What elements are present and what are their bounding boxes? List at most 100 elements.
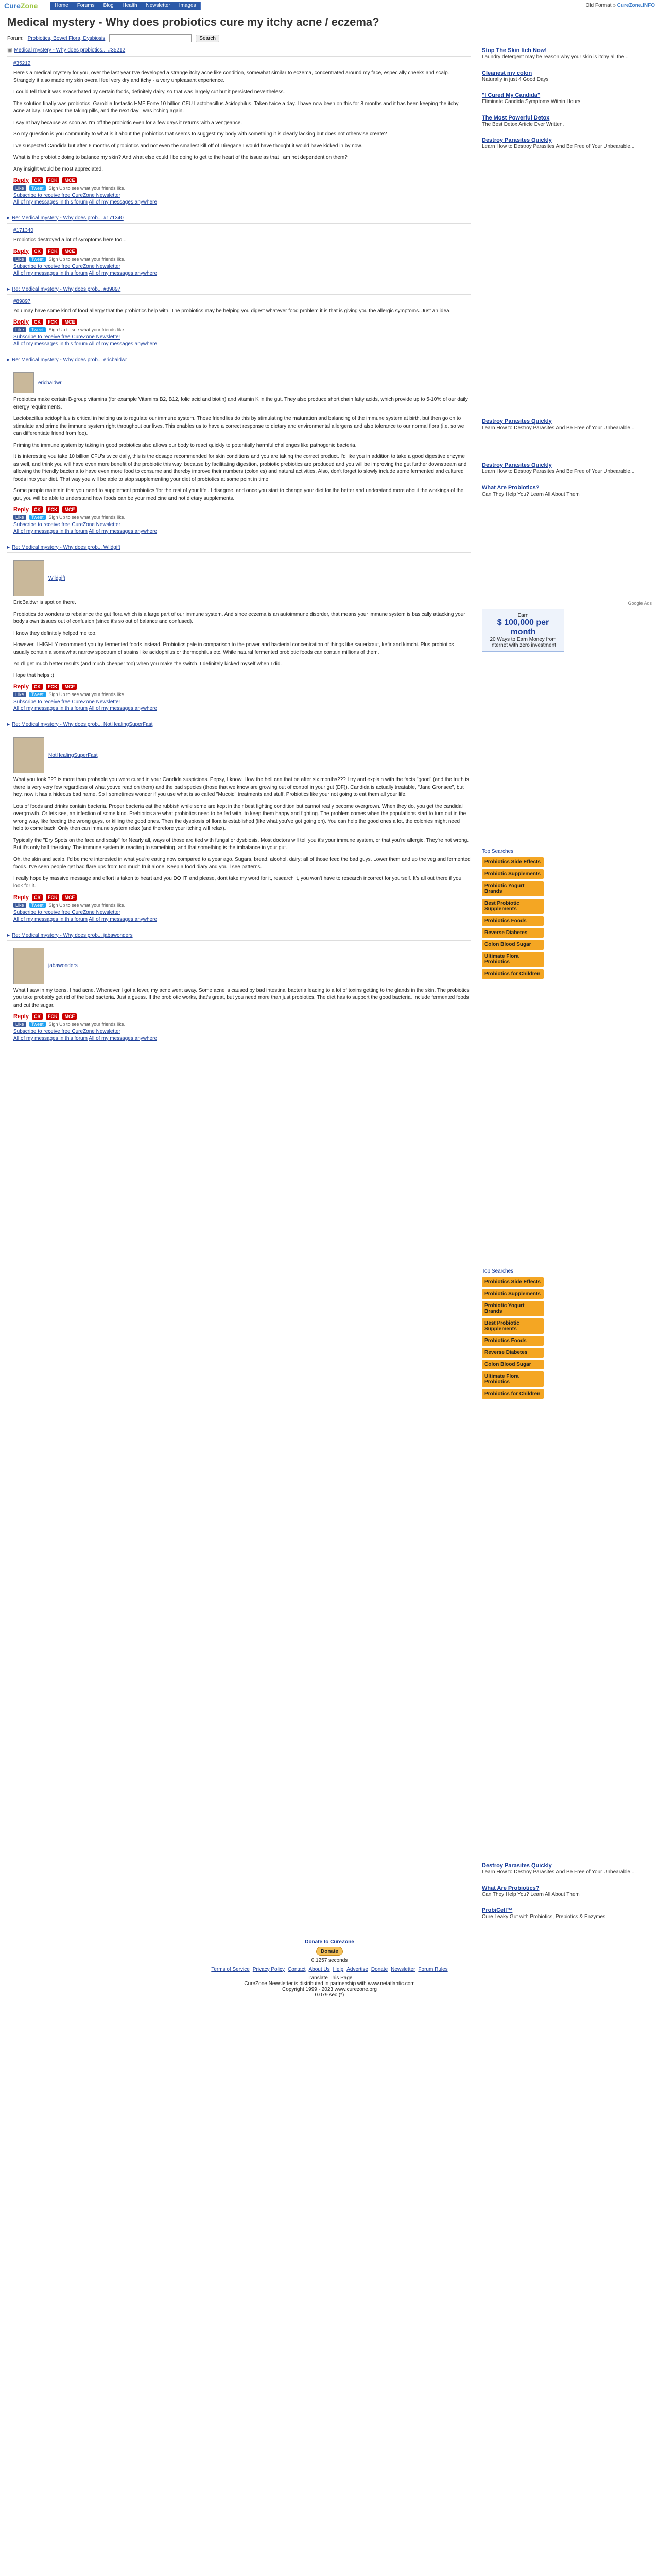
site-logo[interactable]: CureZone: [4, 2, 50, 10]
tweet-button[interactable]: Tweet: [29, 327, 46, 332]
footer-link[interactable]: About Us: [309, 1967, 330, 1972]
author-name[interactable]: Wildgift: [48, 575, 65, 581]
sidebar-ad[interactable]: Destroy Parasites Quickly Learn How to De…: [482, 418, 652, 432]
top-search-item[interactable]: Probiotic Yogurt Brands: [482, 1301, 544, 1316]
facebook-like-button[interactable]: Like: [13, 515, 26, 520]
user-forum-messages-link[interactable]: All of my messages in this forum: [13, 706, 88, 711]
tweet-button[interactable]: Tweet: [29, 515, 46, 520]
top-search-item[interactable]: Probiotics for Children: [482, 969, 544, 979]
sidebar-ad[interactable]: What Are Probiotics? Can They Help You? L…: [482, 1885, 652, 1899]
ad-headline[interactable]: The Most Powerful Detox: [482, 115, 652, 121]
top-search-item[interactable]: Probiotic Supplements: [482, 1289, 544, 1299]
user-forum-messages-link[interactable]: All of my messages in this forum: [13, 270, 88, 276]
facebook-like-button[interactable]: Like: [13, 327, 26, 332]
top-search-item[interactable]: Probiotic Yogurt Brands: [482, 881, 544, 896]
earn-ad[interactable]: Earn $ 100,000 per month 20 Ways to Earn M…: [482, 609, 564, 652]
nav-blog[interactable]: Blog: [99, 1, 118, 10]
sidebar-ad[interactable]: Destroy Parasites Quickly Learn How to De…: [482, 1862, 652, 1876]
tweet-button[interactable]: Tweet: [29, 256, 46, 262]
user-all-messages-link[interactable]: All of my messages anywhere: [89, 706, 157, 711]
footer-link[interactable]: Donate: [371, 1967, 388, 1972]
author-name[interactable]: jabawonders: [48, 963, 78, 969]
top-search-item[interactable]: Colon Blood Sugar: [482, 940, 544, 950]
post-id[interactable]: #89897: [13, 299, 471, 304]
tag-fck[interactable]: FCK: [45, 319, 60, 325]
ad-headline[interactable]: What Are Probiotics?: [482, 1885, 652, 1891]
author-name[interactable]: NotHealingSuperFast: [48, 753, 98, 758]
reply-link[interactable]: Reply: [13, 248, 29, 255]
thread-link[interactable]: Re: Medical mystery - Why does prob... e…: [12, 357, 127, 363]
tag-ck[interactable]: CK: [31, 684, 43, 690]
tag-fck[interactable]: FCK: [45, 684, 60, 690]
donate-link[interactable]: Donate to CureZone: [0, 1939, 659, 1945]
tag-ck[interactable]: CK: [31, 506, 43, 513]
user-all-messages-link[interactable]: All of my messages anywhere: [89, 270, 157, 276]
subscribe-link[interactable]: Subscribe to receive free CureZone Newsl…: [13, 334, 471, 340]
top-search-item[interactable]: Probiotics Side Effects: [482, 857, 544, 867]
search-input[interactable]: [109, 34, 192, 42]
top-search-item[interactable]: Best Probiotic Supplements: [482, 899, 544, 914]
tag-ck[interactable]: CK: [31, 248, 43, 255]
subscribe-link[interactable]: Subscribe to receive free CureZone Newsl…: [13, 193, 471, 198]
top-search-item[interactable]: Reverse Diabetes: [482, 1348, 544, 1358]
tag-fck[interactable]: FCK: [45, 506, 60, 513]
tag-fck[interactable]: FCK: [45, 1013, 60, 1020]
user-forum-messages-link[interactable]: All of my messages in this forum: [13, 1036, 88, 1041]
tag-mce[interactable]: MCE: [62, 684, 77, 690]
tag-fck[interactable]: FCK: [45, 248, 60, 255]
user-forum-messages-link[interactable]: All of my messages in this forum: [13, 917, 88, 922]
subscribe-link[interactable]: Subscribe to receive free CureZone Newsl…: [13, 1029, 471, 1035]
tweet-button[interactable]: Tweet: [29, 185, 46, 191]
thread-link[interactable]: Re: Medical mystery - Why does prob... W…: [12, 545, 120, 550]
top-search-item[interactable]: Ultimate Flora Probiotics: [482, 952, 544, 967]
nav-home[interactable]: Home: [50, 1, 73, 10]
tweet-button[interactable]: Tweet: [29, 692, 46, 697]
thread-link[interactable]: Re: Medical mystery - Why does prob... #…: [12, 286, 120, 292]
footer-link[interactable]: Contact: [288, 1967, 305, 1972]
tweet-button[interactable]: Tweet: [29, 902, 46, 908]
tag-mce[interactable]: MCE: [62, 177, 77, 183]
reply-link[interactable]: Reply: [13, 319, 29, 325]
top-search-item[interactable]: Probiotics for Children: [482, 1389, 544, 1399]
tag-ck[interactable]: CK: [31, 1013, 43, 1020]
sidebar-ad[interactable]: Destroy Parasites Quickly Learn How to De…: [482, 462, 652, 476]
reply-link[interactable]: Reply: [13, 684, 29, 690]
footer-link[interactable]: Privacy Policy: [253, 1967, 285, 1972]
nav-health[interactable]: Health: [118, 1, 142, 10]
post-id[interactable]: #35212: [13, 61, 471, 66]
nav-forums[interactable]: Forums: [73, 1, 99, 10]
sidebar-ad[interactable]: Stop The Skin Itch Now! Laundry detergent…: [482, 47, 652, 61]
nav-newsletter[interactable]: Newsletter: [142, 1, 175, 10]
tag-mce[interactable]: MCE: [62, 1013, 77, 1020]
tag-fck[interactable]: FCK: [45, 177, 60, 183]
nav-images[interactable]: Images: [175, 1, 201, 10]
translate-link[interactable]: Translate This Page: [0, 1975, 659, 1981]
tag-mce[interactable]: MCE: [62, 894, 77, 901]
facebook-like-button[interactable]: Like: [13, 1022, 26, 1027]
top-search-item[interactable]: Probiotic Supplements: [482, 869, 544, 879]
user-all-messages-link[interactable]: All of my messages anywhere: [89, 529, 157, 534]
subscribe-link[interactable]: Subscribe to receive free CureZone Newsl…: [13, 522, 471, 528]
sidebar-ad[interactable]: Cleanest my colon Naturally in just 4 Goo…: [482, 70, 652, 83]
footer-link[interactable]: Terms of Service: [211, 1967, 249, 1972]
tag-ck[interactable]: CK: [31, 894, 43, 901]
ad-headline[interactable]: Destroy Parasites Quickly: [482, 137, 652, 143]
footer-link[interactable]: Advertise: [346, 1967, 368, 1972]
sidebar-ad[interactable]: What Are Probiotics? Can They Help You? L…: [482, 485, 652, 498]
user-all-messages-link[interactable]: All of my messages anywhere: [89, 1036, 157, 1041]
sidebar-ad[interactable]: The Most Powerful Detox The Best Detox Ar…: [482, 115, 652, 128]
top-search-item[interactable]: Probiotics Foods: [482, 916, 544, 926]
sidebar-ad[interactable]: ProbiCell™ Cure Leaky Gut with Probiotics…: [482, 1907, 652, 1921]
ad-headline[interactable]: Destroy Parasites Quickly: [482, 418, 652, 425]
subscribe-link[interactable]: Subscribe to receive free CureZone Newsl…: [13, 699, 471, 705]
facebook-like-button[interactable]: Like: [13, 256, 26, 262]
ad-headline[interactable]: Destroy Parasites Quickly: [482, 462, 652, 468]
thread-link[interactable]: Re: Medical mystery - Why does prob... #…: [12, 215, 124, 221]
top-search-item[interactable]: Ultimate Flora Probiotics: [482, 1371, 544, 1387]
footer-link[interactable]: Help: [333, 1967, 344, 1972]
facebook-like-button[interactable]: Like: [13, 185, 26, 191]
reply-link[interactable]: Reply: [13, 506, 29, 513]
sidebar-ad[interactable]: Destroy Parasites Quickly Learn How to De…: [482, 137, 652, 150]
top-search-item[interactable]: Probiotics Foods: [482, 1336, 544, 1346]
search-button[interactable]: Search: [196, 34, 219, 42]
